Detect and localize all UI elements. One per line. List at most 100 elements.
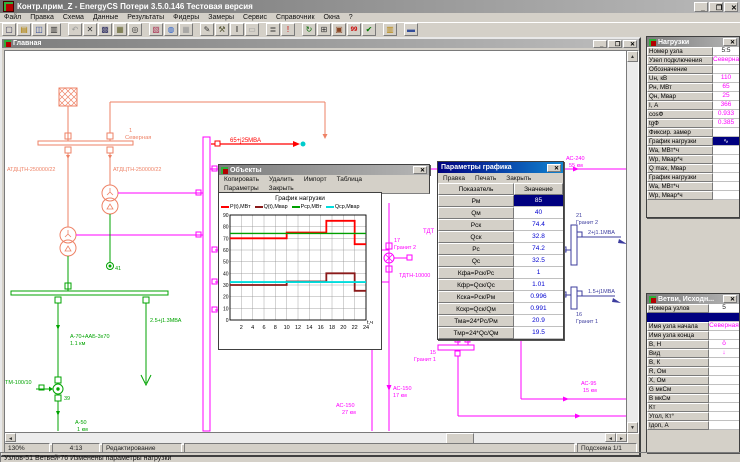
property-name-cell[interactable]: G мкСм xyxy=(647,385,709,394)
menu-item[interactable]: ? xyxy=(345,14,357,21)
loads-table-row[interactable]: Узел подключения Северная xyxy=(647,56,739,65)
loads-table-row[interactable]: Wa, МВт*ч xyxy=(647,146,739,155)
close-icon[interactable]: ✕ xyxy=(723,38,737,46)
menu-item[interactable]: Файл xyxy=(0,14,25,21)
property-value-cell[interactable]: ō xyxy=(709,340,739,349)
property-name-cell[interactable]: Вид xyxy=(647,349,709,358)
menu-item[interactable]: Правка xyxy=(438,175,470,182)
property-name-cell[interactable]: I, А xyxy=(647,101,713,110)
param-value-cell[interactable]: 0.991 xyxy=(514,303,563,315)
close-icon[interactable]: ✕ xyxy=(623,40,637,48)
property-value-cell[interactable] xyxy=(713,191,739,200)
branches-table-row[interactable]: Вид ↓ xyxy=(647,349,739,358)
property-name-cell[interactable]: В мкСм xyxy=(647,394,709,403)
property-name-cell[interactable]: Кт xyxy=(647,403,709,412)
maximize-button[interactable]: ❐ xyxy=(608,40,622,48)
notebook-button[interactable]: ▥ xyxy=(383,23,397,36)
loads-table-row[interactable]: График нагрузки xyxy=(647,173,739,182)
property-name-cell[interactable]: Номер узла xyxy=(647,47,713,56)
calculate-button[interactable]: ! xyxy=(281,23,295,36)
branches-table-row[interactable]: Имя узла начала Северная xyxy=(647,322,739,331)
link-button[interactable]: ⊞ xyxy=(317,23,331,36)
property-name-cell[interactable]: Pн, МВт xyxy=(647,83,713,92)
loads-panel-titlebar[interactable]: Нагрузки ✕ xyxy=(647,37,739,47)
params-table-row[interactable]: Кфа=Рск/Рс 1 xyxy=(438,267,563,279)
property-value-cell[interactable]: ∿ xyxy=(713,137,739,146)
objects-window-titlebar[interactable]: Объекты ✕ xyxy=(218,164,430,175)
scroll-down-icon[interactable]: ▼ xyxy=(627,422,638,433)
params-table-row[interactable]: Тмр=24*Qс/Qм 19.5 xyxy=(438,327,563,339)
param-name-cell[interactable]: Показатель xyxy=(438,183,514,195)
loads-table-row[interactable]: Wp, Мвар*ч xyxy=(647,155,739,164)
menu-item[interactable]: Замеры xyxy=(204,14,238,21)
text-tool-button[interactable]: I xyxy=(230,23,244,36)
property-value-cell[interactable]: 0.933 xyxy=(713,110,739,119)
table-button[interactable]: ≣ xyxy=(266,23,280,36)
menu-item[interactable]: Справочник xyxy=(272,14,319,21)
menu-item[interactable]: Схема xyxy=(59,14,88,21)
menu-item[interactable]: Результаты xyxy=(123,14,168,21)
params-table-row[interactable]: Кска=Рск/Рм 0.996 xyxy=(438,291,563,303)
new-button[interactable]: ▢ xyxy=(2,23,16,36)
close-button[interactable]: ✕ xyxy=(724,2,738,12)
property-value-cell[interactable] xyxy=(713,173,739,182)
branches-table-row[interactable]: Кт xyxy=(647,403,739,412)
globe-button[interactable]: ◍ xyxy=(164,23,178,36)
property-value-cell[interactable] xyxy=(709,313,739,322)
property-value-cell[interactable]: 65 xyxy=(713,83,739,92)
param-name-cell[interactable]: Тмр=24*Qс/Qм xyxy=(438,327,514,339)
branches-table-row[interactable] xyxy=(647,313,739,322)
loads-table-row[interactable]: Wa, МВт*ч xyxy=(647,182,739,191)
param-name-cell[interactable]: Qм xyxy=(438,207,514,219)
param-name-cell[interactable]: Рм xyxy=(438,195,514,207)
param-value-cell[interactable]: 32.8 xyxy=(514,231,563,243)
param-name-cell[interactable]: Рс xyxy=(438,243,514,255)
param-value-cell[interactable]: 20.9 xyxy=(514,315,563,327)
scroll-right-icon[interactable]: ► xyxy=(616,433,627,442)
undo-button[interactable]: ↶ xyxy=(68,23,82,36)
param-value-cell[interactable]: 0.996 xyxy=(514,291,563,303)
property-value-cell[interactable] xyxy=(713,128,739,137)
param-value-cell[interactable]: 19.5 xyxy=(514,327,563,339)
params-window-titlebar[interactable]: Параметры графика ✕ xyxy=(438,162,563,173)
paste-button[interactable]: ▦ xyxy=(113,23,127,36)
delete-button[interactable]: ✕ xyxy=(83,23,97,36)
params-table-row[interactable]: Рм 85 xyxy=(438,195,563,207)
property-name-cell[interactable]: Q max, Мвар xyxy=(647,164,713,173)
close-icon[interactable]: ✕ xyxy=(413,166,427,174)
tools-button[interactable]: ⚒ xyxy=(215,23,229,36)
menu-item[interactable]: Окна xyxy=(320,14,344,21)
property-name-cell[interactable]: Узел подключения xyxy=(647,56,713,65)
loads-table-row[interactable]: Wp, Мвар*ч xyxy=(647,191,739,200)
menu-item[interactable]: Закрыть xyxy=(501,175,536,182)
property-name-cell[interactable]: Номера узлов xyxy=(647,304,709,313)
property-name-cell[interactable]: Qн, Мвар xyxy=(647,92,713,101)
scroll-left-icon[interactable]: ◄ xyxy=(605,433,616,442)
property-value-cell[interactable] xyxy=(709,331,739,340)
menu-item[interactable]: Фидеры xyxy=(169,14,203,21)
menu-item[interactable]: Правка xyxy=(26,14,58,21)
restore-button[interactable]: ❐ xyxy=(709,2,723,12)
property-value-cell[interactable] xyxy=(713,155,739,164)
menu-item[interactable]: Копировать xyxy=(219,176,264,183)
grid-button[interactable]: ▦ xyxy=(179,23,193,36)
menu-item[interactable]: Сервис xyxy=(239,14,271,21)
property-name-cell[interactable]: Wa, МВт*ч xyxy=(647,182,713,191)
param-value-cell[interactable]: 74.2 xyxy=(514,243,563,255)
property-value-cell[interactable]: Северная xyxy=(709,322,739,331)
params-table-row[interactable]: Тма=24*Рс/Рм 20.9 xyxy=(438,315,563,327)
property-name-cell[interactable]: Угол, Кт° xyxy=(647,412,709,421)
close-icon[interactable]: ✕ xyxy=(723,295,737,303)
loads-table-row[interactable]: Qн, Мвар 25 xyxy=(647,92,739,101)
branches-table-row[interactable]: R, Ом xyxy=(647,367,739,376)
param-name-cell[interactable]: Кскр=Qск/Qм xyxy=(438,303,514,315)
branches-table-row[interactable]: В, К xyxy=(647,358,739,367)
property-value-cell[interactable] xyxy=(709,367,739,376)
params-table-row[interactable]: Кскр=Qск/Qм 0.991 xyxy=(438,303,563,315)
property-value-cell[interactable]: 5:5 xyxy=(713,47,739,56)
copy-button[interactable]: ▩ xyxy=(98,23,112,36)
property-name-cell[interactable]: Имя узла начала xyxy=(647,322,709,331)
property-name-cell[interactable]: Wp, Мвар*ч xyxy=(647,155,713,164)
property-value-cell[interactable] xyxy=(713,146,739,155)
load-graph-panel[interactable]: График нагрузки P(t),МВтQ(t),МварРср,МВт… xyxy=(218,192,382,350)
